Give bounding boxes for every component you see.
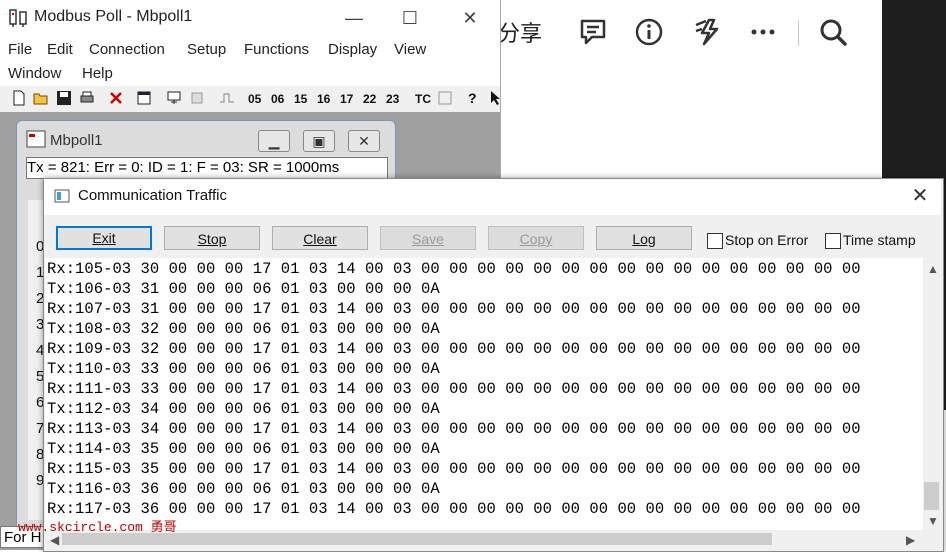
disconnect-icon[interactable] [189,90,205,106]
dialog-close-icon[interactable]: ✕ [906,184,934,208]
help-icon[interactable]: ? [468,90,477,106]
modbus-app-icon [9,9,27,27]
menu-help[interactable]: Help [82,65,113,82]
open-folder-icon[interactable] [33,90,49,106]
window-icon[interactable] [136,90,152,106]
delete-icon[interactable] [108,90,124,106]
search-icon[interactable] [818,17,848,47]
scroll-down-icon[interactable]: ▼ [927,514,939,528]
fc-17-button[interactable]: 17 [340,92,353,106]
new-file-icon[interactable] [11,90,27,106]
watermark-text: www.skcircle.com 勇哥 [18,520,177,535]
minimize-button[interactable]: — [341,6,367,30]
traffic-line: Tx:110-03 33 00 00 00 06 01 03 00 00 00 … [47,360,440,378]
traffic-line: Tx:112-03 34 00 00 00 06 01 03 00 00 00 … [47,400,440,418]
traffic-line: Rx:107-03 31 00 00 00 17 01 03 14 00 03 … [47,300,861,318]
scroll-right-icon[interactable]: ▶ [906,533,915,547]
menu-setup[interactable]: Setup [187,41,226,58]
fc-05-button[interactable]: 05 [248,92,261,106]
share-label[interactable]: 分享 [498,16,542,48]
time-stamp-label: Time stamp [843,232,916,248]
traffic-line: Rx:115-03 35 00 00 00 17 01 03 14 00 03 … [47,460,861,478]
menu-edit[interactable]: Edit [47,41,73,58]
menu-connection[interactable]: Connection [89,41,165,58]
stop-on-error-label: Stop on Error [725,232,809,248]
fc-06-button[interactable]: 06 [271,92,284,106]
fc-22-button[interactable]: 22 [363,92,376,106]
traffic-line: Tx:116-03 36 00 00 00 06 01 03 00 00 00 … [47,480,440,498]
traffic-line: Rx:105-03 30 00 00 00 17 01 03 14 00 03 … [47,260,861,278]
dialog-title: Communication Traffic [78,187,227,204]
traffic-line: Rx:109-03 32 00 00 00 17 01 03 14 00 03 … [47,340,861,358]
menu-functions[interactable]: Functions [244,41,309,58]
menu-window[interactable]: Window [8,65,61,82]
print-icon[interactable] [79,90,95,106]
menu-view[interactable]: View [394,41,426,58]
fc-15-button[interactable]: 15 [294,92,307,106]
dialog-window-icon [54,189,70,203]
menu-display[interactable]: Display [328,41,377,58]
traffic-line: Rx:111-03 33 00 00 00 17 01 03 14 00 03 … [47,380,861,398]
stop-on-error-checkbox[interactable] [707,233,723,249]
connect-icon[interactable] [166,90,182,106]
child-title: Mbpoll1 [50,132,103,149]
poll-status-line: Tx = 821: Err = 0: ID = 1: F = 03: SR = … [26,157,388,179]
divider [798,20,799,46]
child-minimize-button[interactable]: ▁ [258,130,290,152]
copy-button[interactable]: Copy [488,226,584,250]
tc-button[interactable]: TC [415,92,431,106]
exit-button[interactable]: Exit [56,226,152,250]
traffic-line: Tx:106-03 31 00 00 00 06 01 03 00 00 00 … [47,280,440,298]
pulse-icon[interactable] [219,90,235,106]
time-stamp-checkbox[interactable] [825,233,841,249]
menu-file[interactable]: File [8,41,32,58]
child-maximize-button[interactable]: ▣ [303,130,335,152]
scroll-left-icon[interactable]: ◀ [50,533,59,547]
traffic-line: Tx:114-03 35 00 00 00 06 01 03 00 00 00 … [47,440,440,458]
mbpoll-doc-icon [26,130,46,148]
close-button[interactable]: ✕ [457,6,483,30]
clear-button[interactable]: Clear [272,226,368,250]
vertical-scroll-thumb[interactable] [924,482,939,510]
log-button[interactable]: Log [596,226,692,250]
context-help-icon[interactable] [488,90,504,106]
app-title: Modbus Poll - Mbpoll1 [34,8,193,25]
traffic-log[interactable]: Rx:105-03 30 00 00 00 17 01 03 14 00 03 … [45,258,923,530]
display-icon[interactable] [437,90,453,106]
save-button[interactable]: Save [380,226,476,250]
info-icon[interactable] [634,17,664,47]
maximize-button[interactable]: ☐ [397,6,423,30]
stop-button[interactable]: Stop [164,226,260,250]
fc-16-button[interactable]: 16 [317,92,330,106]
traffic-line: Tx:108-03 32 00 00 00 06 01 03 00 00 00 … [47,320,440,338]
more-icon[interactable] [748,17,778,47]
traffic-line: Rx:113-03 34 00 00 00 17 01 03 14 00 03 … [47,420,861,438]
child-close-button[interactable]: ✕ [348,130,380,152]
comment-icon[interactable] [578,17,608,47]
scroll-up-icon[interactable]: ▲ [927,262,939,276]
lightning-icon[interactable] [692,17,722,47]
fc-23-button[interactable]: 23 [386,92,399,106]
save-icon[interactable] [56,90,72,106]
